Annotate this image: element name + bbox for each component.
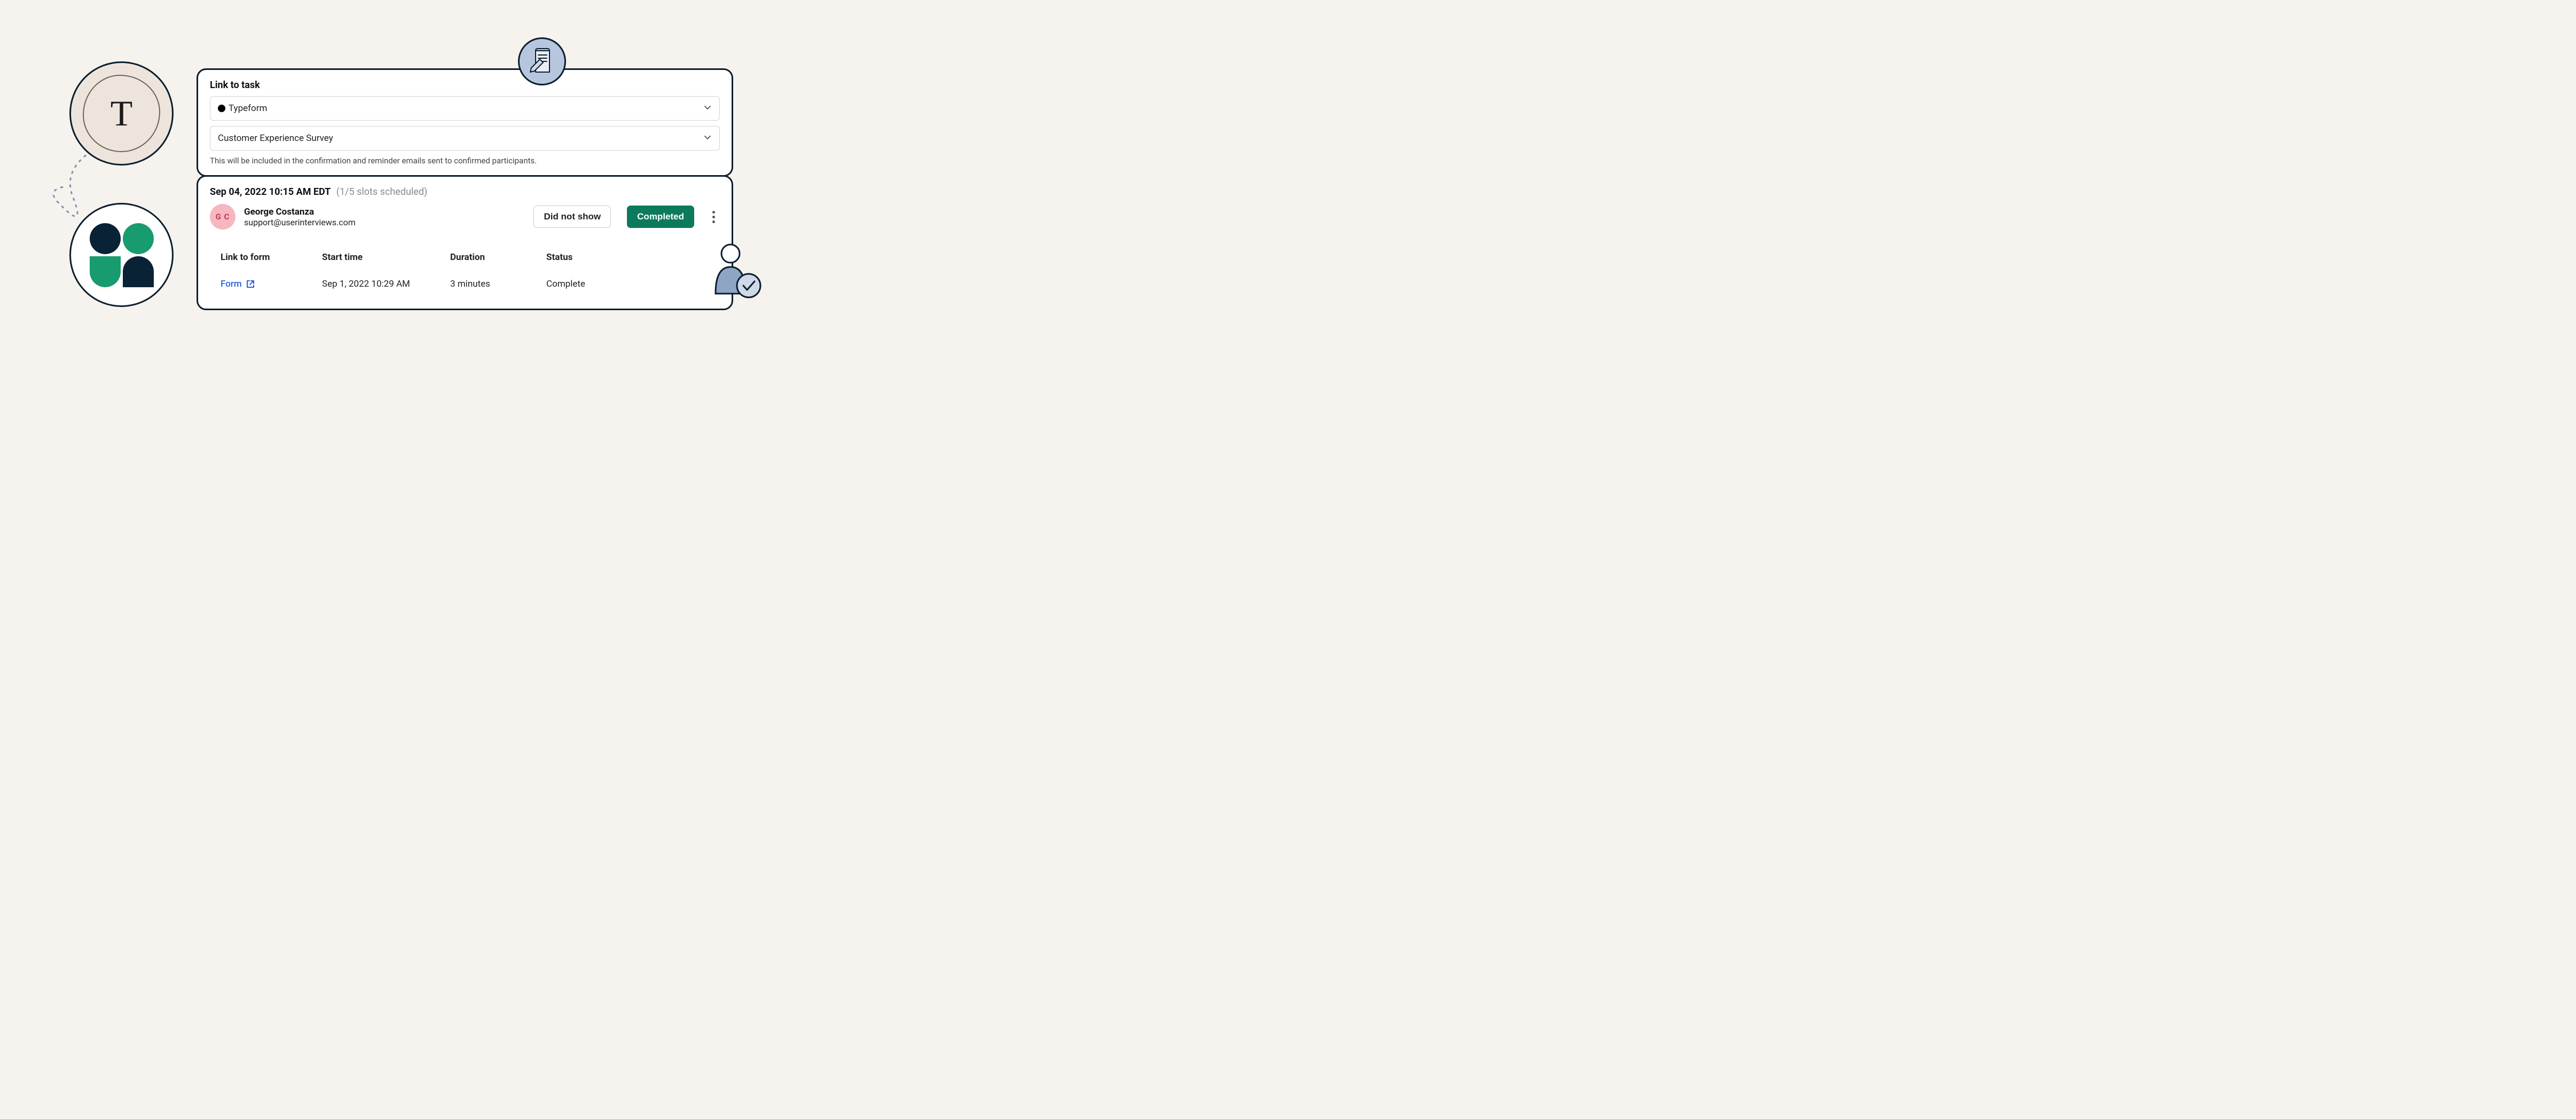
- task-tool-value: Typeform: [229, 103, 703, 114]
- participant-email: support@userinterviews.com: [244, 217, 356, 227]
- task-survey-value: Customer Experience Survey: [218, 133, 703, 144]
- document-edit-icon: [518, 37, 566, 85]
- participant-row: G C George Costanza support@userintervie…: [210, 204, 720, 230]
- form-link-label: Form: [221, 279, 242, 289]
- chevron-down-icon: [703, 133, 712, 144]
- participant-complete-icon: [705, 243, 764, 302]
- chevron-down-icon: [703, 103, 712, 114]
- typeform-letter: T: [111, 92, 133, 135]
- did-not-show-button[interactable]: Did not show: [533, 206, 611, 228]
- col-duration: Duration: [450, 252, 541, 263]
- link-to-task-heading: Link to task: [210, 80, 720, 91]
- participant-name: George Costanza: [244, 207, 356, 217]
- typeform-dot-icon: [218, 105, 225, 112]
- participant-info: George Costanza support@userinterviews.c…: [244, 207, 356, 227]
- col-status: Status: [546, 252, 709, 263]
- col-link-to-form: Link to form: [221, 252, 317, 263]
- session-header: Sep 04, 2022 10:15 AM EDT (1/5 slots sch…: [210, 186, 720, 198]
- task-survey-select[interactable]: Customer Experience Survey: [210, 126, 720, 151]
- userinterviews-logo-badge: [69, 203, 174, 307]
- more-menu-button[interactable]: [707, 207, 720, 226]
- col-start-time: Start time: [322, 252, 445, 263]
- session-panel: Sep 04, 2022 10:15 AM EDT (1/5 slots sch…: [197, 175, 733, 310]
- session-datetime: Sep 04, 2022 10:15 AM EDT: [210, 186, 331, 198]
- external-link-icon: [246, 280, 255, 288]
- cell-link-to-form: Form: [221, 279, 317, 289]
- avatar: G C: [210, 204, 235, 230]
- cell-status: Complete: [546, 279, 709, 289]
- session-slots: (1/5 slots scheduled): [336, 186, 427, 198]
- link-to-task-panel: Link to task Typeform Customer Experienc…: [197, 68, 733, 177]
- userinterviews-logo: [90, 223, 154, 287]
- task-helper-text: This will be included in the confirmatio…: [210, 156, 720, 166]
- task-tool-select[interactable]: Typeform: [210, 96, 720, 121]
- typeform-logo-shape: T: [83, 75, 160, 152]
- cell-start-time: Sep 1, 2022 10:29 AM: [322, 279, 445, 289]
- cell-duration: 3 minutes: [450, 279, 541, 289]
- session-table: Link to form Start time Duration Status …: [210, 246, 720, 299]
- typeform-logo-badge: T: [69, 61, 174, 166]
- completed-button[interactable]: Completed: [627, 206, 694, 228]
- form-link[interactable]: Form: [221, 279, 255, 289]
